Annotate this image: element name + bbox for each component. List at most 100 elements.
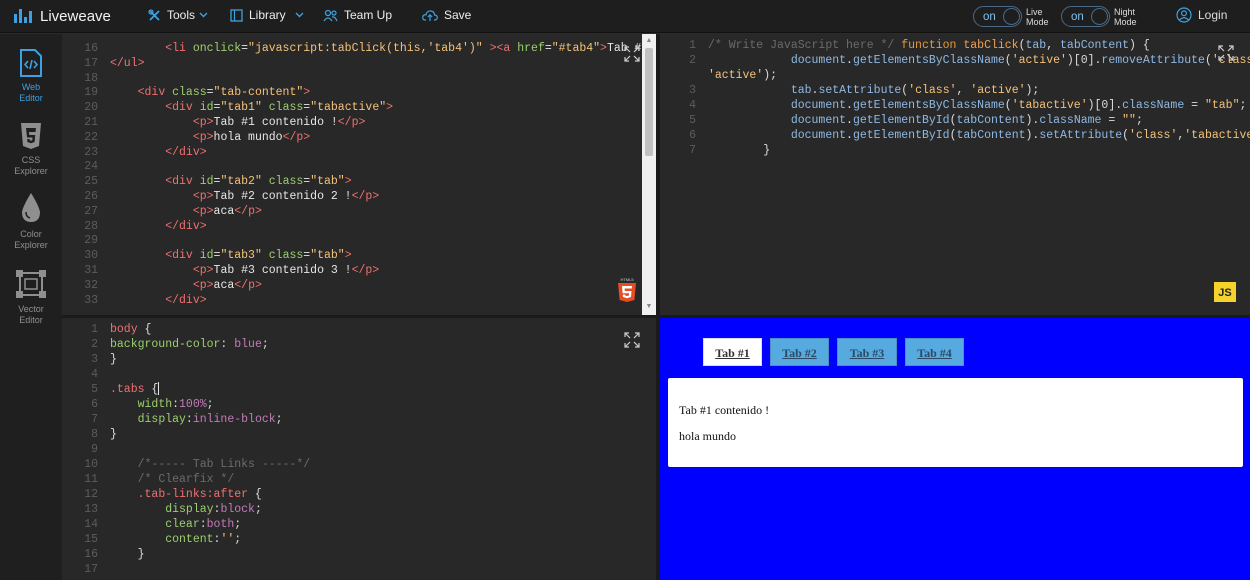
sidebar-item-web-editor[interactable]: Web Editor — [0, 49, 62, 104]
code-token: . — [846, 114, 853, 127]
code-line[interactable]: 4 document.getElementsByClassName('tabac… — [660, 98, 1250, 113]
app-logo[interactable]: Liveweave — [14, 7, 111, 25]
live-mode-toggle[interactable]: on — [973, 6, 1022, 27]
code-token: /* Write JavaScript here */ — [708, 39, 902, 52]
code-line[interactable]: 31 <p>Tab #3 contenido 3 !</p> — [62, 263, 656, 278]
code-line[interactable]: 15 content:''; — [62, 532, 656, 547]
preview-tab-2[interactable]: Tab #2 — [770, 338, 829, 366]
code-line[interactable]: 10 /*----- Tab Links -----*/ — [62, 457, 656, 472]
code-token: </p> — [351, 190, 380, 203]
live-mode-label-line2: Mode — [1026, 17, 1049, 27]
code-line[interactable]: 5 .tabs { — [62, 382, 656, 397]
night-mode-label-line2: Mode — [1114, 17, 1137, 27]
code-token: /*----- Tab Links -----*/ — [137, 458, 311, 471]
code-line[interactable]: 24 — [62, 159, 656, 174]
code-token: > — [489, 42, 497, 55]
expand-icon[interactable] — [1218, 45, 1234, 61]
line-number: 18 — [84, 71, 98, 85]
code-token: both — [206, 518, 235, 531]
expand-icon[interactable] — [624, 332, 640, 348]
code-line[interactable]: 30 <div id="tab3" class="tab"> — [62, 248, 656, 263]
line-number: 6 — [91, 398, 98, 411]
line-number: 17 — [84, 56, 98, 70]
tools-menu[interactable]: Tools — [148, 8, 208, 22]
code-line[interactable]: 26 <p>Tab #2 contenido 2 !</p> — [62, 189, 656, 204]
code-line[interactable]: 13 display:block; — [62, 502, 656, 517]
preview-tab-4[interactable]: Tab #4 — [905, 338, 964, 366]
javascript-editor[interactable]: 1 /* Write JavaScript here */ function ta… — [660, 34, 1250, 315]
code-token: <a — [496, 42, 518, 55]
preview-tab-1[interactable]: Tab #1 — [703, 338, 762, 366]
code-line[interactable]: 29 — [62, 233, 656, 248]
code-token: "tab3" — [220, 249, 262, 263]
code-token: <li — [165, 42, 193, 55]
code-line[interactable]: 9 — [62, 442, 656, 457]
code-token: ); — [763, 69, 778, 82]
scroll-down-arrow-icon[interactable]: ▼ — [645, 303, 653, 311]
code-line[interactable]: 25 <div id="tab2" class="tab"> — [62, 174, 656, 189]
library-menu[interactable]: Library — [230, 8, 304, 22]
save-button[interactable]: Save — [422, 8, 471, 22]
code-line[interactable]: 28 </div> — [62, 219, 656, 234]
code-line[interactable]: 22 <p>hola mundo</p> — [62, 130, 656, 145]
team-up-button[interactable]: Team Up — [323, 8, 392, 22]
code-line[interactable]: 5 document.getElementById(tabContent).cl… — [660, 113, 1250, 128]
code-token: <p> — [192, 130, 214, 144]
code-line[interactable]: 16 } — [62, 547, 656, 562]
line-number: 16 — [84, 42, 98, 55]
code-token: hola mundo — [213, 130, 283, 144]
code-line[interactable]: 17 — [62, 562, 656, 577]
code-token: <p> — [192, 278, 214, 292]
code-line[interactable]: 3} — [62, 352, 656, 367]
code-line[interactable]: 4 — [62, 367, 656, 382]
css-editor[interactable]: 1 body {2 background-color: blue; 3} 4 5 .tabs… — [62, 318, 656, 580]
line-number: 33 — [84, 293, 98, 307]
sidebar-item-color-explorer[interactable]: Color Explorer — [0, 192, 62, 251]
code-token: </ul> — [110, 56, 145, 70]
expand-icon[interactable] — [624, 46, 640, 62]
code-line[interactable]: 14 clear:both; — [62, 517, 656, 532]
login-button[interactable]: Login — [1176, 7, 1227, 23]
code-line[interactable]: 1 body { — [62, 322, 656, 337]
code-line[interactable]: 7 } — [660, 143, 1250, 158]
code-line[interactable]: 32 <p>aca</p> — [62, 278, 656, 293]
code-line[interactable]: 8} — [62, 427, 656, 442]
night-mode-toggle[interactable]: on — [1061, 6, 1110, 27]
code-token: } — [110, 548, 145, 561]
sidebar-item-css-explorer[interactable]: CSS Explorer — [0, 122, 62, 177]
code-line[interactable]: 21 <p>Tab #1 contenido !</p> — [62, 115, 656, 130]
html-editor[interactable]: 16 <li onclick="javascript:tabClick(this… — [62, 34, 656, 315]
code-line[interactable]: 17 </ul> — [62, 56, 656, 71]
code-line[interactable]: 27 <p>aca</p> — [62, 204, 656, 219]
code-line[interactable]: 1 /* Write JavaScript here */ function ta… — [660, 38, 1250, 53]
scroll-up-arrow-icon[interactable]: ▲ — [645, 37, 653, 45]
code-token: ; — [275, 413, 283, 426]
code-line[interactable]: 18 — [62, 71, 656, 86]
code-line[interactable]: 33 </div> — [62, 293, 656, 308]
code-token: ; — [1135, 114, 1143, 127]
code-line[interactable]: 2 document.getElementsByClassName('activ… — [660, 53, 1250, 68]
code-line[interactable]: 11 /* Clearfix */ — [62, 472, 656, 487]
code-line[interactable]: 6 document.getElementById (tabContent).se… — [660, 128, 1250, 143]
night-mode-label-line1: Night — [1114, 7, 1136, 17]
code-token: <p> — [192, 190, 214, 203]
code-token: clear — [165, 518, 200, 531]
code-line[interactable]: 12 .tab-links:after { — [62, 487, 656, 502]
code-line[interactable]: 20 <div id="tab1" class="tabactive"> — [62, 100, 656, 115]
code-line[interactable]: 23 </div> — [62, 145, 656, 160]
scrollbar-thumb[interactable] — [645, 48, 653, 156]
code-line[interactable]: 7 display:inline-block; — [62, 412, 656, 427]
code-line[interactable]: 'active'); — [660, 68, 1250, 83]
code-line[interactable]: 6 width:100%; — [62, 397, 656, 412]
code-line[interactable]: 2 background-color: blue; — [62, 337, 656, 352]
code-line[interactable]: 3 tab.setAttribute('class', 'active'); — [660, 83, 1250, 98]
sidebar-item-vector-editor[interactable]: Vector Editor — [0, 269, 62, 326]
code-line[interactable]: 16 <li onclick="javascript:tabClick(this… — [62, 41, 656, 56]
code-line[interactable]: 19 <div class="tab-content"> — [62, 85, 656, 100]
preview-tab-3[interactable]: Tab #3 — [837, 338, 897, 366]
